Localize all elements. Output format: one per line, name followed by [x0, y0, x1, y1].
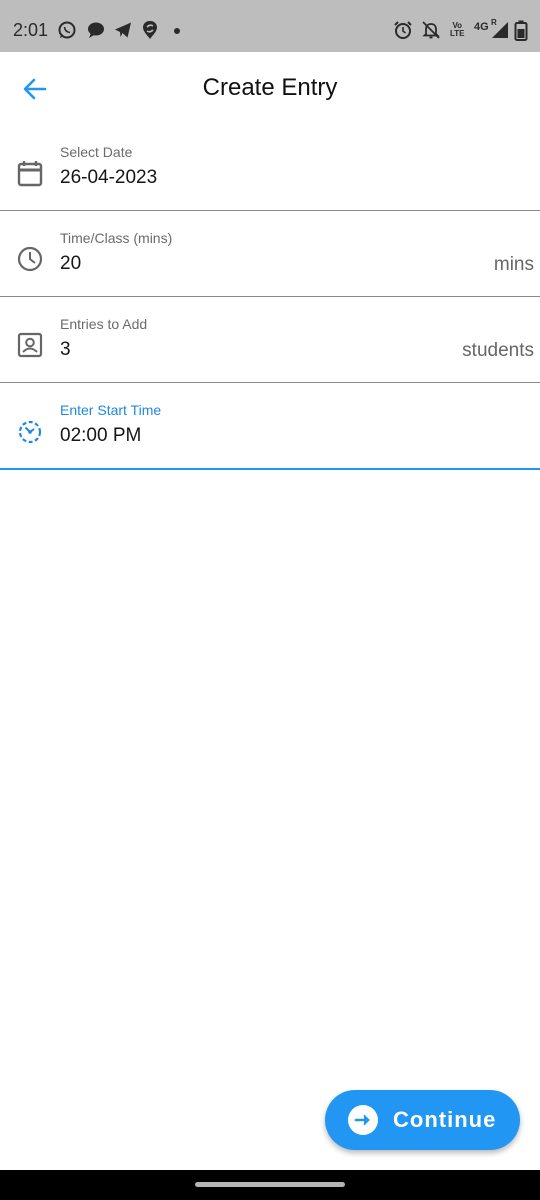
status-bar: 2:01 Vo LTE 4G R	[0, 0, 540, 52]
app-bar: Create Entry	[0, 52, 540, 124]
bell-off-icon	[422, 21, 440, 39]
continue-button[interactable]: Continue	[325, 1090, 520, 1150]
entries-to-add-label: Entries to Add	[60, 316, 148, 332]
battery-icon	[514, 20, 528, 41]
entries-to-add-value: 3	[60, 339, 71, 360]
calendar-icon	[17, 161, 43, 187]
person-box-icon	[17, 332, 43, 358]
time-per-class-field[interactable]: Time/Class (mins) 20 mins	[0, 210, 540, 297]
page-title: Create Entry	[202, 74, 338, 101]
start-time-value: 02:00 PM	[60, 425, 142, 446]
start-time-field[interactable]: Enter Start Time 02:00 PM	[0, 382, 540, 470]
time-per-class-suffix: mins	[493, 254, 534, 275]
volte-label-bottom: LTE	[450, 29, 465, 38]
continue-label: Continue	[393, 1107, 497, 1132]
time-per-class-label: Time/Class (mins)	[60, 230, 173, 246]
signal-icon	[492, 22, 508, 38]
select-date-label: Select Date	[60, 144, 133, 160]
swiggy-icon	[143, 21, 157, 39]
volte-icon: Vo LTE	[450, 22, 465, 38]
entries-to-add-suffix: students	[462, 340, 534, 361]
select-date-value: 26-04-2023	[60, 167, 158, 188]
whatsapp-icon	[58, 21, 76, 39]
select-date-field[interactable]: Select Date 26-04-2023	[0, 124, 540, 211]
time-per-class-value: 20	[60, 253, 82, 274]
chat-bubble-icon	[88, 22, 104, 38]
telegram-icon	[115, 22, 131, 38]
home-indicator[interactable]	[195, 1182, 345, 1187]
status-time: 2:01	[13, 20, 49, 40]
entries-to-add-field[interactable]: Entries to Add 3 students	[0, 296, 540, 383]
clock-icon	[17, 246, 43, 272]
arrow-forward-circle-icon	[348, 1105, 378, 1135]
network-type: 4G	[474, 21, 489, 33]
more-notifications-dot	[174, 28, 180, 34]
timer-icon	[18, 420, 42, 444]
start-time-label: Enter Start Time	[60, 402, 162, 418]
navigation-bar	[0, 1170, 540, 1200]
alarm-icon	[394, 21, 412, 39]
